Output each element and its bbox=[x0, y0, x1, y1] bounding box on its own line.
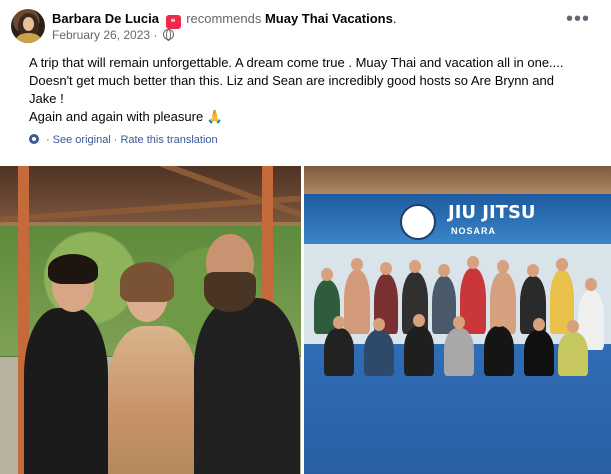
post-header: Barbara De Lucia ❝ recommends Muay Thai … bbox=[52, 10, 396, 29]
author-name[interactable]: Barbara De Lucia bbox=[52, 11, 159, 26]
crowd-head bbox=[497, 260, 509, 273]
globe-icon[interactable] bbox=[162, 29, 174, 41]
post-text: A trip that will remain unforgettable. A… bbox=[29, 54, 599, 126]
photo-gym-group[interactable]: JIU JITSU NOSARA bbox=[304, 166, 611, 474]
crowd-head bbox=[527, 264, 539, 277]
crowd-head bbox=[567, 320, 579, 333]
translation-dot: · bbox=[46, 134, 50, 146]
crowd-person bbox=[364, 330, 394, 376]
avatar-face bbox=[23, 17, 34, 31]
photo-beard bbox=[204, 272, 256, 312]
header-period: . bbox=[392, 11, 397, 26]
recommend-icon: ❝ bbox=[165, 15, 181, 29]
crowd-head bbox=[493, 314, 505, 327]
crowd-person bbox=[558, 332, 588, 376]
photo-person bbox=[194, 298, 300, 474]
post-text-line: Doesn't get much better than this. Liz a… bbox=[29, 73, 554, 88]
meta-separator: · bbox=[153, 28, 158, 42]
crowd-person bbox=[404, 326, 434, 376]
photo-crowd bbox=[310, 250, 606, 390]
crowd-person bbox=[324, 328, 354, 376]
photo-person bbox=[24, 308, 108, 474]
crowd-person bbox=[444, 328, 474, 376]
gear-icon bbox=[29, 134, 39, 144]
post-card: Barbara De Lucia ❝ recommends Muay Thai … bbox=[0, 0, 611, 474]
rate-translation-link[interactable]: Rate this translation bbox=[120, 134, 217, 146]
author-avatar[interactable] bbox=[11, 9, 45, 43]
crowd-head bbox=[438, 264, 450, 277]
pray-emoji: 🙏 bbox=[206, 109, 223, 124]
action-text: recommends bbox=[186, 11, 262, 26]
post-date[interactable]: February 26, 2023 bbox=[52, 28, 150, 42]
crowd-person bbox=[524, 330, 554, 376]
crowd-head bbox=[453, 316, 465, 329]
see-original-link[interactable]: See original bbox=[53, 134, 111, 146]
translation-dot: · bbox=[113, 134, 118, 146]
translation-bar: · See original · Rate this translation bbox=[29, 134, 218, 146]
photo-hair bbox=[120, 262, 174, 302]
post-meta: February 26, 2023 · bbox=[52, 28, 174, 43]
crowd-head bbox=[556, 258, 568, 271]
post-text-last: Again and again with pleasure bbox=[29, 109, 204, 124]
avatar-body bbox=[16, 33, 41, 43]
crowd-head bbox=[351, 258, 363, 271]
post-text-line: Jake ! bbox=[29, 91, 64, 106]
crowd-head bbox=[413, 314, 425, 327]
gym-sign-title: JIU JITSU bbox=[448, 202, 536, 223]
crowd-person bbox=[484, 326, 514, 376]
crowd-head bbox=[467, 256, 479, 269]
photo-hair bbox=[48, 254, 98, 284]
post-text-line: Again and again with pleasure 🙏 bbox=[29, 108, 599, 126]
photo-ceiling bbox=[304, 166, 611, 194]
crowd-person bbox=[432, 276, 456, 334]
gym-logo bbox=[400, 204, 436, 240]
photo-group-of-three[interactable] bbox=[0, 166, 301, 474]
crowd-head bbox=[533, 318, 545, 331]
crowd-head bbox=[333, 316, 345, 329]
page-name-link[interactable]: Muay Thai Vacations bbox=[265, 11, 393, 26]
gym-sign-subtitle: NOSARA bbox=[451, 226, 497, 236]
crowd-head bbox=[380, 262, 392, 275]
crowd-head bbox=[585, 278, 597, 291]
crowd-head bbox=[321, 268, 333, 281]
more-icon[interactable]: ••• bbox=[566, 9, 590, 29]
crowd-head bbox=[373, 318, 385, 331]
crowd-head bbox=[409, 260, 421, 273]
post-text-line: A trip that will remain unforgettable. A… bbox=[29, 55, 564, 70]
crowd-person bbox=[344, 270, 370, 334]
photo-person bbox=[108, 326, 198, 474]
